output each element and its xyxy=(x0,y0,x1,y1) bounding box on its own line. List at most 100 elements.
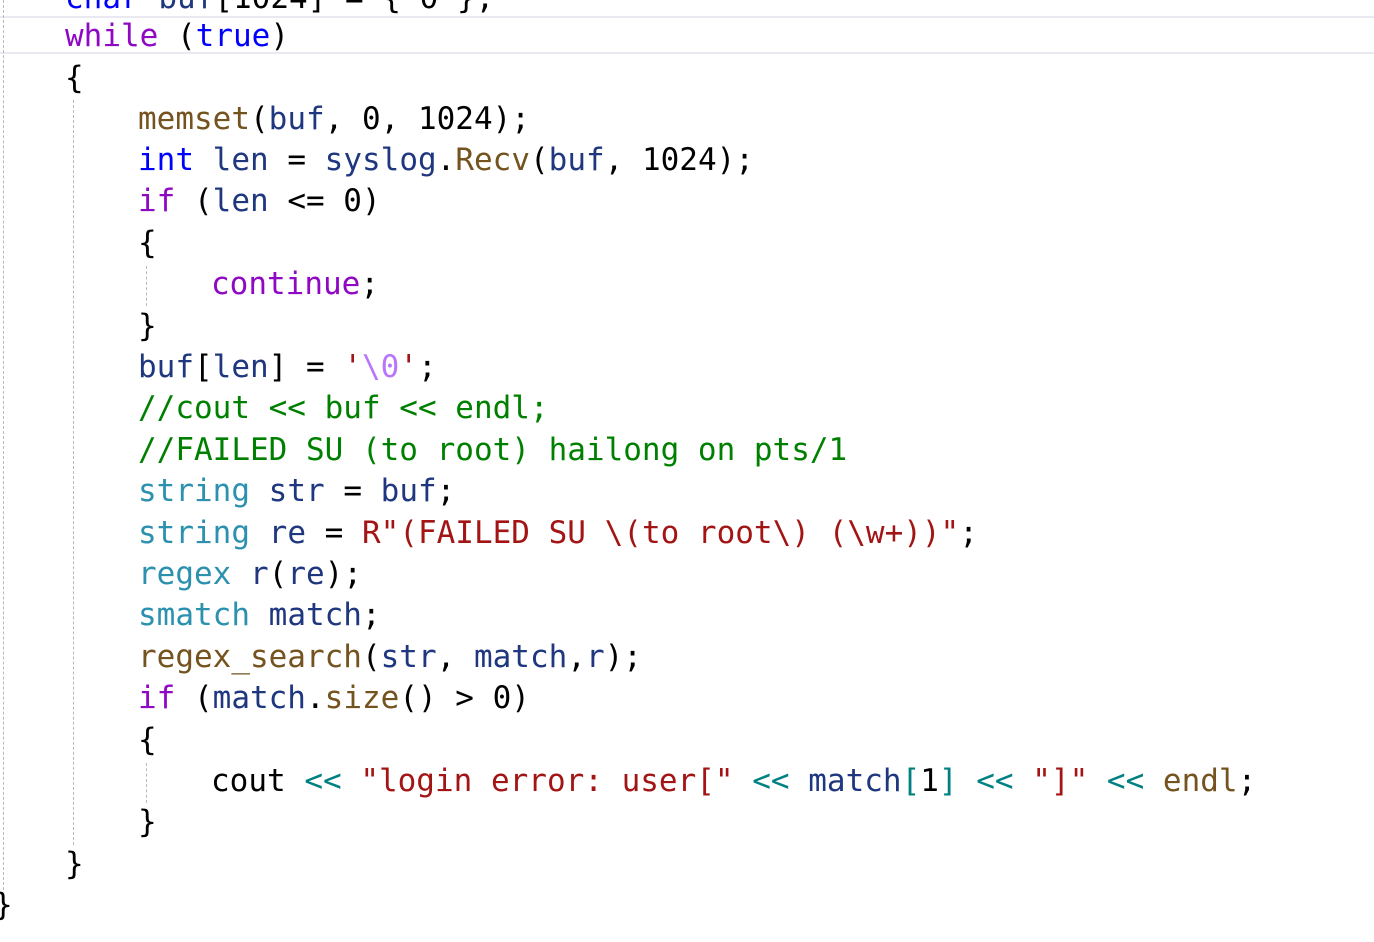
code-token: << xyxy=(733,763,809,799)
code-token: r xyxy=(585,639,605,675)
code-token: ( xyxy=(249,101,269,137)
code-token: memset xyxy=(138,101,250,137)
code-token: <= 0) xyxy=(268,183,381,219)
code-token: } xyxy=(138,308,157,344)
code-token: } xyxy=(65,846,84,882)
code-token: = xyxy=(268,142,325,178)
code-token: syslog xyxy=(324,142,437,178)
code-line: regex_search(str, match,r); xyxy=(138,637,642,677)
code-token: ; xyxy=(1237,763,1257,799)
indent-guide-if-body xyxy=(146,266,147,306)
code-token: continue xyxy=(211,266,361,302)
code-token: int xyxy=(138,142,194,178)
code-line: int len = syslog.Recv(buf, 1024); xyxy=(138,140,754,180)
code-token: [ xyxy=(901,763,921,799)
code-line: //FAILED SU (to root) hailong on pts/1 xyxy=(138,430,847,470)
code-token: buf xyxy=(548,142,605,178)
code-token: . xyxy=(305,680,325,716)
code-line: if (len <= 0) xyxy=(138,181,381,221)
code-line: memset(buf, 0, 1024); xyxy=(138,99,530,139)
code-token: << xyxy=(957,763,1033,799)
code-token: string xyxy=(138,515,250,551)
indent-guide-function xyxy=(3,0,4,890)
code-token: smatch xyxy=(138,597,250,633)
code-token: str xyxy=(380,639,437,675)
code-token: << xyxy=(1088,763,1163,799)
code-token: , xyxy=(436,639,474,675)
code-token: size xyxy=(324,680,400,716)
code-token: while xyxy=(65,18,159,54)
code-token: "]" xyxy=(1032,763,1089,799)
code-token: char xyxy=(65,0,158,16)
code-token: << xyxy=(285,763,361,799)
code-token: 1 xyxy=(920,763,939,799)
code-token: ( xyxy=(529,142,549,178)
code-token: "login error: user[" xyxy=(360,763,734,799)
code-token: string xyxy=(138,473,250,509)
code-token: ; xyxy=(436,473,456,509)
code-token: , xyxy=(567,639,586,675)
code-token: { xyxy=(138,225,157,261)
code-token: ' xyxy=(343,349,362,385)
code-token: ; xyxy=(361,597,381,633)
code-token: = xyxy=(305,515,362,551)
code-token: Recv xyxy=(455,142,530,178)
code-token: cout xyxy=(211,763,286,799)
code-line: } xyxy=(138,306,157,346)
code-token: [ xyxy=(194,349,213,385)
code-line: regex r(re); xyxy=(138,554,362,594)
code-token: match xyxy=(268,597,362,633)
code-token: re xyxy=(268,515,306,551)
indent-guide-while-body xyxy=(73,100,74,845)
code-token: ; xyxy=(360,266,379,302)
code-token: buf xyxy=(138,349,194,385)
code-token: [1024] = { 0 }; xyxy=(214,0,494,16)
code-line: string re = R"(FAILED SU \(to root\) (\w… xyxy=(138,513,978,553)
code-token: if xyxy=(138,183,176,219)
code-token: match xyxy=(212,680,306,716)
code-token: buf xyxy=(268,101,325,137)
code-token: regex xyxy=(138,556,232,592)
code-token: R"(FAILED SU \(to root\) (\w+))" xyxy=(361,515,960,551)
indent-guide-if-body xyxy=(146,763,147,803)
code-token: len xyxy=(212,349,269,385)
code-token: . xyxy=(436,142,456,178)
code-token: match xyxy=(808,763,902,799)
code-token: ; xyxy=(959,515,978,551)
code-token: ( xyxy=(175,680,213,716)
code-token: str xyxy=(268,473,325,509)
code-token: regex_search xyxy=(138,639,362,675)
code-editor[interactable]: char buf[1024] = { 0 }; while (true) { m… xyxy=(0,0,1374,942)
code-line: string str = buf; xyxy=(138,471,455,511)
code-token: len xyxy=(212,142,269,178)
code-token: len xyxy=(212,183,269,219)
code-token: ( xyxy=(158,18,196,54)
code-token: true xyxy=(195,18,271,54)
code-line: { xyxy=(138,223,157,263)
code-line: buf[len] = '\0'; xyxy=(138,347,437,387)
code-token: endl xyxy=(1162,763,1238,799)
code-token: () > 0) xyxy=(399,680,530,716)
code-token: ); xyxy=(604,639,642,675)
code-token: ); xyxy=(324,556,362,592)
code-token: re xyxy=(287,556,325,592)
code-line: } xyxy=(65,844,84,884)
code-token: match xyxy=(473,639,568,675)
code-token: if xyxy=(138,680,176,716)
code-token: { xyxy=(138,722,157,758)
code-token: ; xyxy=(418,349,437,385)
code-line: cout << "login error: user[" << match[1]… xyxy=(211,761,1256,801)
code-line: smatch match; xyxy=(138,595,381,635)
code-token: r xyxy=(250,556,269,592)
code-token: ) xyxy=(270,18,289,54)
code-token: ( xyxy=(175,183,213,219)
code-token: } xyxy=(0,887,13,923)
code-token: ] xyxy=(938,763,958,799)
code-token: buf xyxy=(380,473,437,509)
code-token: ( xyxy=(268,556,288,592)
code-token: ] = xyxy=(268,349,344,385)
